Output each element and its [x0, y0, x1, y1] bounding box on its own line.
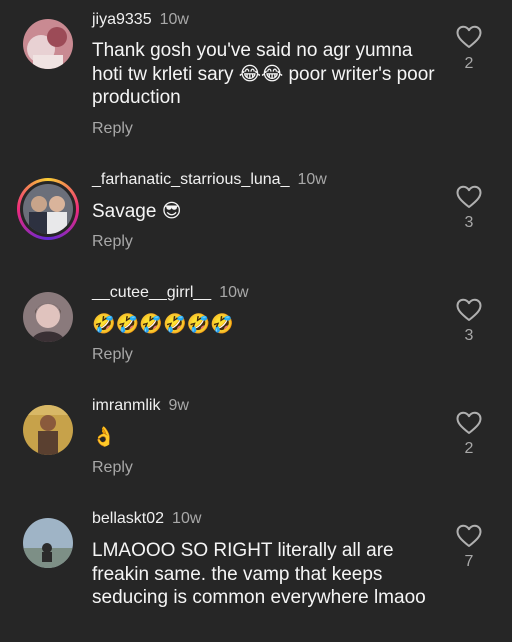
like-count: 3 — [464, 214, 474, 231]
comment-time: 10w — [297, 171, 327, 188]
heart-outline-icon — [456, 524, 482, 547]
reply-button[interactable]: Reply — [92, 459, 133, 477]
heart-outline-icon — [456, 25, 482, 48]
like-count: 3 — [464, 327, 474, 344]
comment-text: Thank gosh you've said no agr yumna hoti… — [92, 40, 435, 108]
comment-username[interactable]: _farhanatic_starrious_luna_ — [92, 171, 289, 188]
like-count: 7 — [464, 553, 474, 570]
heart-outline-icon — [456, 185, 482, 208]
heart-outline-icon — [456, 298, 482, 321]
avatar[interactable] — [23, 518, 73, 568]
comment-time: 9w — [168, 397, 189, 414]
like-button[interactable] — [456, 411, 482, 435]
avatar[interactable] — [23, 19, 73, 69]
like-count: 2 — [464, 440, 474, 457]
comment-text: Savage 😎 — [92, 201, 182, 222]
comment-username[interactable]: __cutee__girrl__ — [92, 284, 211, 301]
avatar[interactable] — [23, 292, 73, 342]
like-button[interactable] — [456, 185, 482, 209]
reply-button[interactable]: Reply — [92, 120, 133, 138]
like-button[interactable] — [456, 25, 482, 49]
avatar[interactable] — [23, 405, 73, 455]
comments-list: jiya9335 10w Thank gosh you've said no ag… — [0, 0, 512, 642]
comment-username[interactable]: bellaskt02 — [92, 510, 164, 527]
comment-text: LMAOOO SO RIGHT literally all are freaki… — [92, 540, 426, 608]
heart-outline-icon — [456, 411, 482, 434]
comment-time: 10w — [159, 11, 189, 28]
comment-time: 10w — [219, 284, 249, 301]
avatar[interactable] — [17, 178, 79, 240]
comment-text: 🤣🤣🤣🤣🤣🤣 — [92, 314, 234, 335]
like-button[interactable] — [456, 298, 482, 322]
reply-button[interactable]: Reply — [92, 346, 133, 364]
comment-username[interactable]: imranmlik — [92, 397, 160, 414]
comment-time: 10w — [172, 510, 202, 527]
comment-text: 👌 — [92, 427, 116, 448]
like-button[interactable] — [456, 524, 482, 548]
comment-username[interactable]: jiya9335 — [92, 11, 152, 28]
like-count: 2 — [464, 55, 474, 72]
reply-button[interactable]: Reply — [92, 233, 133, 251]
